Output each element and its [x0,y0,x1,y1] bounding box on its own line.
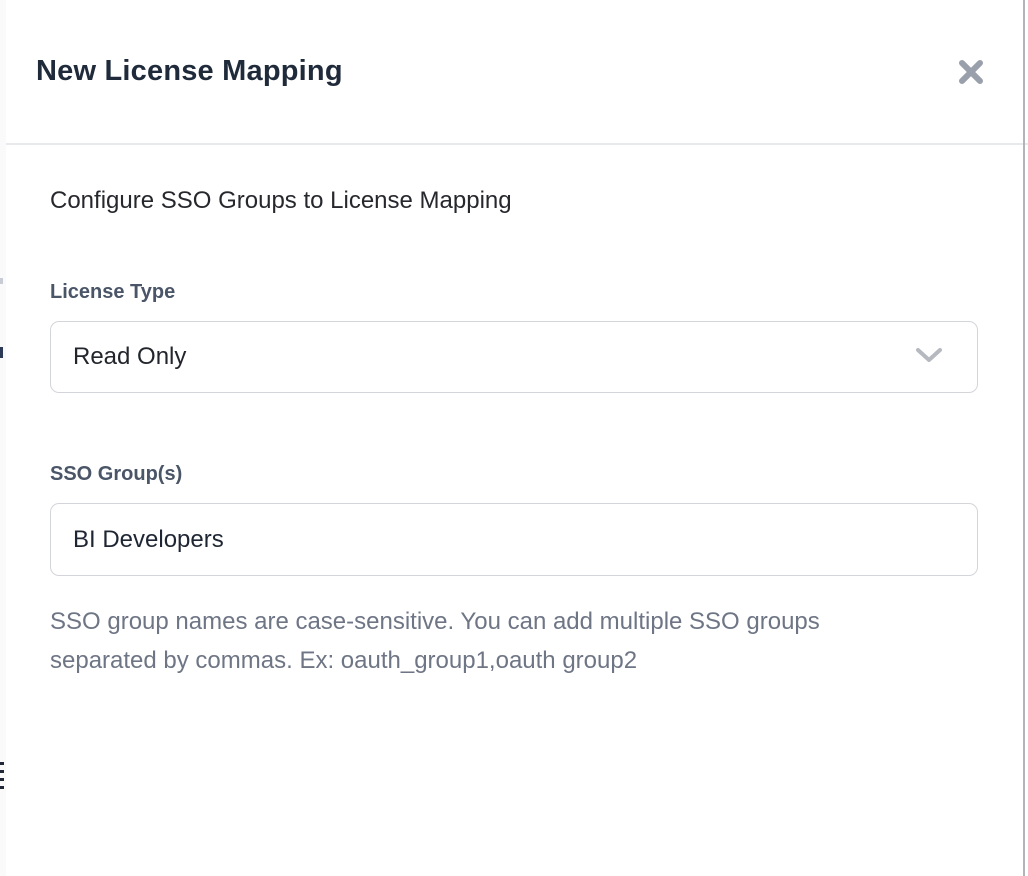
sso-groups-field: SSO Group(s) SSO group names are case-se… [50,461,978,680]
sso-groups-label: SSO Group(s) [50,461,978,487]
clipped-background-element [0,347,3,358]
license-type-field: License Type Read Only [50,279,978,393]
sso-groups-input[interactable] [50,503,978,576]
background-page-sliver [0,0,6,876]
license-type-select[interactable]: Read Only [50,321,978,393]
modal-screen: New License Mapping Configure SSO Groups… [0,0,1028,876]
close-icon [957,58,985,86]
header-divider [0,143,1028,145]
dialog-body: Configure SSO Groups to License Mapping … [6,185,1028,680]
dialog-description: Configure SSO Groups to License Mapping [50,185,978,217]
clipped-background-element [0,278,3,284]
license-type-label: License Type [50,279,978,305]
dialog-header: New License Mapping [6,0,1028,143]
page-edge-line [1023,0,1025,876]
clipped-list-icon [0,762,5,794]
new-license-mapping-dialog: New License Mapping Configure SSO Groups… [6,0,1028,876]
dialog-title: New License Mapping [36,55,343,88]
license-type-value: Read Only [73,343,186,371]
close-button[interactable] [954,55,988,89]
sso-groups-help: SSO group names are case-sensitive. You … [50,602,930,680]
chevron-down-icon [915,346,943,369]
